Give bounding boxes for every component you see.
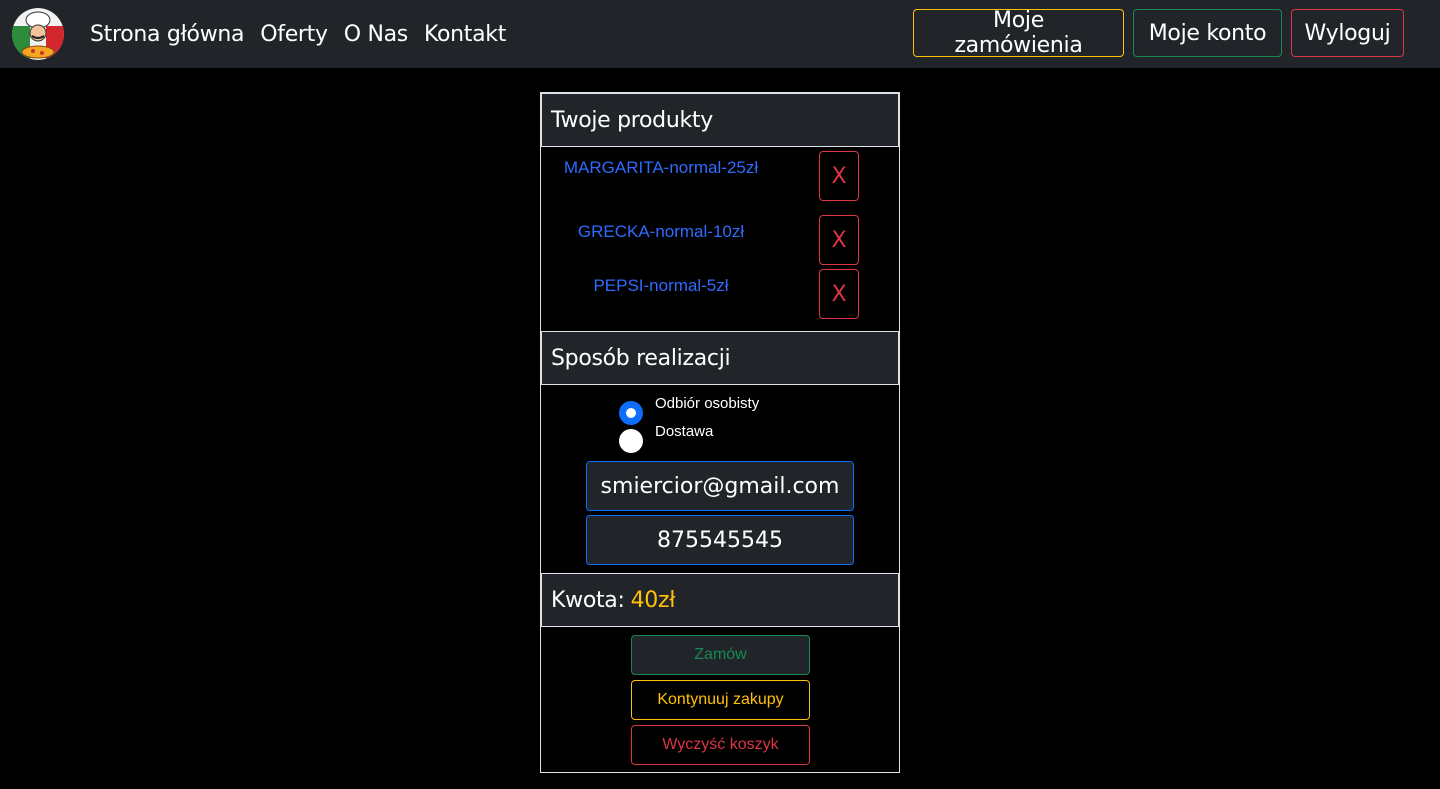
logout-button[interactable]: Wyloguj	[1291, 9, 1404, 57]
delivery-title: Sposób realizacji	[551, 345, 731, 371]
nav-link-contact[interactable]: Kontakt	[424, 22, 506, 47]
delivery-header: Sposób realizacji	[541, 331, 899, 385]
nav-links: Strona główna Oferty O Nas Kontakt	[90, 0, 522, 68]
remove-product-button[interactable]: X	[819, 151, 859, 201]
pickup-radio[interactable]	[619, 401, 643, 425]
remove-product-button[interactable]: X	[819, 215, 859, 265]
cart-panel: Twoje produkty MARGARITA-normal-25zł X G…	[540, 92, 900, 773]
order-button[interactable]: Zamów	[631, 635, 810, 675]
nav-link-offers[interactable]: Oferty	[260, 22, 328, 47]
delivery-option-delivery[interactable]: Dostawa	[619, 423, 713, 453]
product-name: PEPSI-normal-5zł	[593, 276, 729, 295]
product-item-grecka[interactable]: GRECKA-normal-10zł	[541, 217, 781, 247]
my-orders-button[interactable]: Moje zamówienia	[913, 8, 1124, 58]
clear-cart-button[interactable]: Wyczyść koszyk	[631, 725, 810, 765]
amount-label: Kwota:	[551, 587, 625, 613]
delivery-option-pickup[interactable]: Odbiór osobisty	[619, 395, 759, 425]
email-field[interactable]	[586, 461, 854, 511]
amount-header: Kwota: 40zł	[541, 573, 899, 627]
products-header: Twoje produkty	[541, 93, 899, 147]
product-item-pepsi[interactable]: PEPSI-normal-5zł	[541, 271, 781, 301]
product-name: GRECKA-normal-10zł	[577, 222, 745, 241]
products-title: Twoje produkty	[551, 107, 713, 133]
continue-shopping-button[interactable]: Kontynuuj zakupy	[631, 680, 810, 720]
phone-field[interactable]	[586, 515, 854, 565]
navbar: Strona główna Oferty O Nas Kontakt Moje …	[0, 0, 1440, 68]
amount-value: 40zł	[630, 587, 676, 613]
nav-link-home[interactable]: Strona główna	[90, 22, 245, 47]
delivery-radio[interactable]	[619, 429, 643, 453]
nav-link-about[interactable]: O Nas	[344, 22, 409, 47]
chef-pizza-logo-icon[interactable]	[12, 8, 64, 60]
my-account-button[interactable]: Moje konto	[1133, 9, 1282, 57]
remove-product-button[interactable]: X	[819, 269, 859, 319]
product-name: MARGARITA-normal-25zł	[563, 158, 759, 177]
delivery-label: Dostawa	[655, 423, 714, 440]
nav-account-buttons: Moje zamówienia Moje konto Wyloguj	[913, 8, 1404, 58]
product-item-margarita[interactable]: MARGARITA-normal-25zł	[541, 153, 781, 183]
pickup-label: Odbiór osobisty	[655, 395, 760, 412]
